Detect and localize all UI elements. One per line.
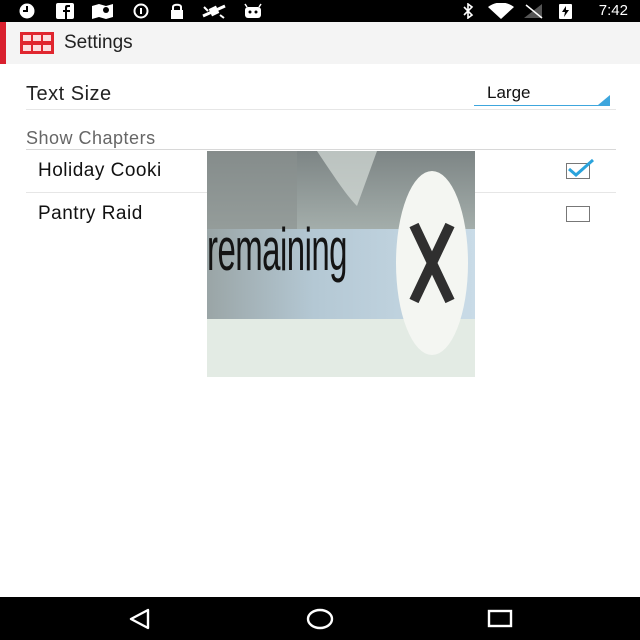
text-size-spinner[interactable]: Large	[474, 82, 610, 108]
page-title: Settings	[64, 32, 133, 53]
info-icon	[133, 3, 149, 19]
overlay-ad[interactable]: remaining	[207, 151, 475, 377]
chapter-checkbox-checked[interactable]	[566, 158, 594, 179]
chapter-label: Pantry Raid	[38, 203, 143, 224]
accent-stripe	[0, 22, 6, 64]
battery-charging-icon	[559, 4, 572, 19]
android-icon	[244, 3, 262, 18]
spinner-caret-icon	[598, 95, 610, 105]
text-size-label: Text Size	[26, 83, 112, 105]
show-chapters-header: Show Chapters	[26, 128, 156, 148]
back-icon[interactable]	[127, 607, 153, 631]
divider	[26, 109, 616, 110]
overlay-ad-text: remaining	[207, 216, 348, 283]
spinner-underline	[474, 105, 610, 106]
action-bar: Settings	[0, 22, 640, 64]
maps-icon	[92, 4, 113, 19]
satellite-icon	[202, 4, 226, 19]
status-bar: 7:42	[0, 0, 640, 22]
chapter-label: Holiday Cooki	[38, 160, 162, 181]
clock-icon	[19, 3, 35, 19]
lock-icon	[171, 3, 183, 19]
recents-icon[interactable]	[487, 607, 513, 631]
signal-icon	[524, 4, 543, 19]
text-size-value: Large	[487, 83, 531, 102]
nav-bar	[0, 597, 640, 640]
app-logo-icon[interactable]	[20, 32, 54, 54]
clock-time: 7:42	[598, 2, 628, 19]
facebook-icon	[56, 3, 74, 19]
bluetooth-icon	[463, 3, 474, 19]
home-icon[interactable]	[305, 607, 335, 631]
checkmark-icon	[568, 158, 594, 177]
chapter-checkbox-unchecked[interactable]	[566, 206, 590, 222]
wifi-icon	[488, 3, 514, 19]
